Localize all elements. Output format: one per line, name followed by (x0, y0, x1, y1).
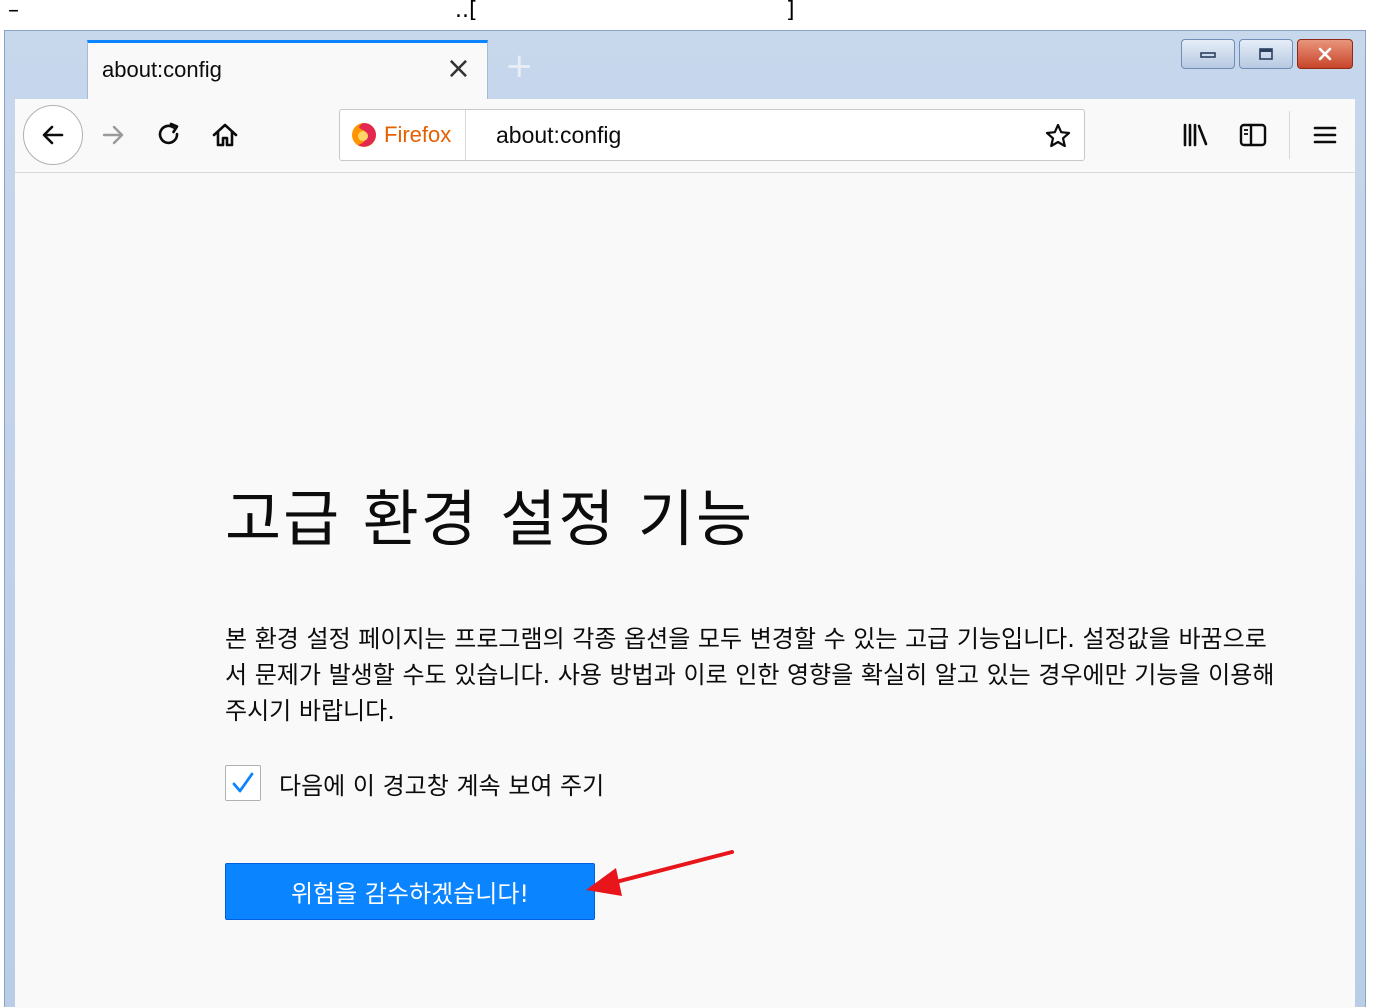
identity-label: Firefox (384, 122, 452, 147)
caption-dash: – (8, 0, 19, 23)
tab-close-icon[interactable]: × (446, 51, 471, 87)
library-button[interactable] (1175, 115, 1215, 155)
bookmark-star-button[interactable] (1042, 120, 1074, 152)
home-icon (212, 123, 238, 147)
forward-arrow-icon (102, 125, 124, 145)
url-text[interactable]: about:config (496, 122, 621, 149)
toolbar-separator (1289, 111, 1290, 159)
sidebar-icon (1239, 123, 1267, 147)
warning-description: 본 환경 설정 페이지는 프로그램의 각종 옵션을 모두 변경할 수 있는 고급… (225, 625, 1275, 725)
close-icon (1318, 47, 1332, 61)
forward-button[interactable] (93, 115, 133, 155)
tab-about-config[interactable]: about:config × (87, 40, 488, 99)
maximize-icon (1259, 48, 1273, 60)
reload-button[interactable] (149, 115, 189, 155)
window-controls (1181, 39, 1353, 69)
home-button[interactable] (205, 115, 245, 155)
page-title: 고급 환경 설정 기능 (225, 484, 755, 555)
show-warning-checkbox-row[interactable]: 다음에 이 경고창 계속 보여 주기 (225, 765, 604, 801)
show-warning-label: 다음에 이 경고창 계속 보여 주기 (279, 771, 605, 800)
url-bar[interactable]: Firefox about:config (339, 109, 1085, 161)
back-arrow-icon (42, 125, 64, 145)
identity-box[interactable]: Firefox (350, 110, 467, 160)
minimize-icon (1200, 52, 1216, 58)
reload-icon (158, 122, 179, 145)
star-icon (1045, 123, 1071, 148)
caption-bar: – ..[ ] (0, 0, 1373, 30)
close-window-button[interactable] (1297, 39, 1353, 69)
minimize-button[interactable] (1181, 39, 1235, 69)
caption-bracket-close: ] (786, 0, 795, 23)
new-tab-button[interactable]: + (505, 49, 534, 83)
show-warning-checkbox[interactable] (225, 765, 261, 801)
sidebar-button[interactable] (1233, 115, 1273, 155)
navigation-toolbar: Firefox about:config (15, 99, 1355, 173)
maximize-button[interactable] (1239, 39, 1293, 69)
tab-title: about:config (102, 57, 222, 82)
back-button[interactable] (23, 105, 83, 165)
caption-bracket-open: ..[ (455, 0, 478, 23)
open-menu-button[interactable] (1305, 115, 1345, 155)
library-icon (1183, 123, 1208, 147)
accept-risk-button[interactable]: 위험을 감수하겠습니다! (225, 863, 595, 920)
hamburger-menu-icon (1313, 126, 1337, 144)
red-arrow-annotation (586, 850, 734, 896)
tab-strip: about:config × + (5, 31, 1365, 99)
firefox-logo-icon (352, 123, 376, 147)
checkmark-icon (232, 772, 254, 793)
